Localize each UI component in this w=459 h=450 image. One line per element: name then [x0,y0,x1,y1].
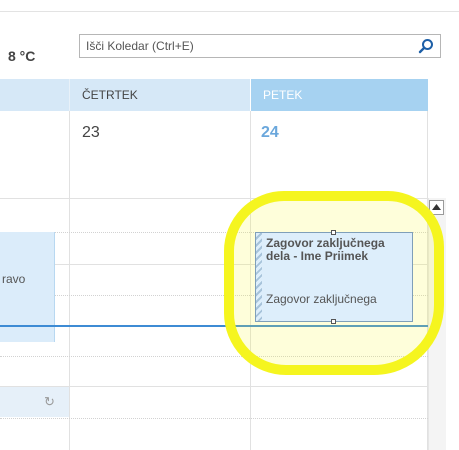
day-header-thursday[interactable]: ČETRTEK [69,79,250,111]
appointment-subject: Zagovor zaključnega dela - Ime Priimek [266,236,385,263]
weather-temperature: 8 °C [8,48,36,64]
top-divider [0,11,459,12]
search-icon[interactable] [418,38,434,54]
recurrence-icon: ↻ [44,394,55,409]
tentative-stripe [256,233,262,321]
date-number-friday[interactable]: 24 [261,124,279,142]
appointment-zagovor[interactable]: Zagovor zaključnega dela - Ime Priimek Z… [255,230,413,324]
day-name-thursday: ČETRTEK [82,88,138,102]
left-event-text: ravo [2,272,26,286]
resize-handle-top[interactable] [331,230,336,235]
left-event-recurring[interactable]: ↻ [0,387,69,417]
appointment-location: Zagovor zaključnega [266,292,377,306]
search-placeholder: Išči Koledar (Ctrl+E) [86,39,194,53]
arrow-up-icon [432,204,441,210]
resize-handle-bottom[interactable] [331,319,336,324]
grid-column-divider [69,111,70,450]
date-number-thursday[interactable]: 23 [82,124,100,142]
day-header-friday[interactable]: PETEK [250,79,428,111]
search-calendar-input[interactable]: Išči Koledar (Ctrl+E) [79,34,441,58]
half-hour-line [0,418,428,419]
day-header-previous [0,79,69,111]
day-name-friday: PETEK [263,88,303,102]
